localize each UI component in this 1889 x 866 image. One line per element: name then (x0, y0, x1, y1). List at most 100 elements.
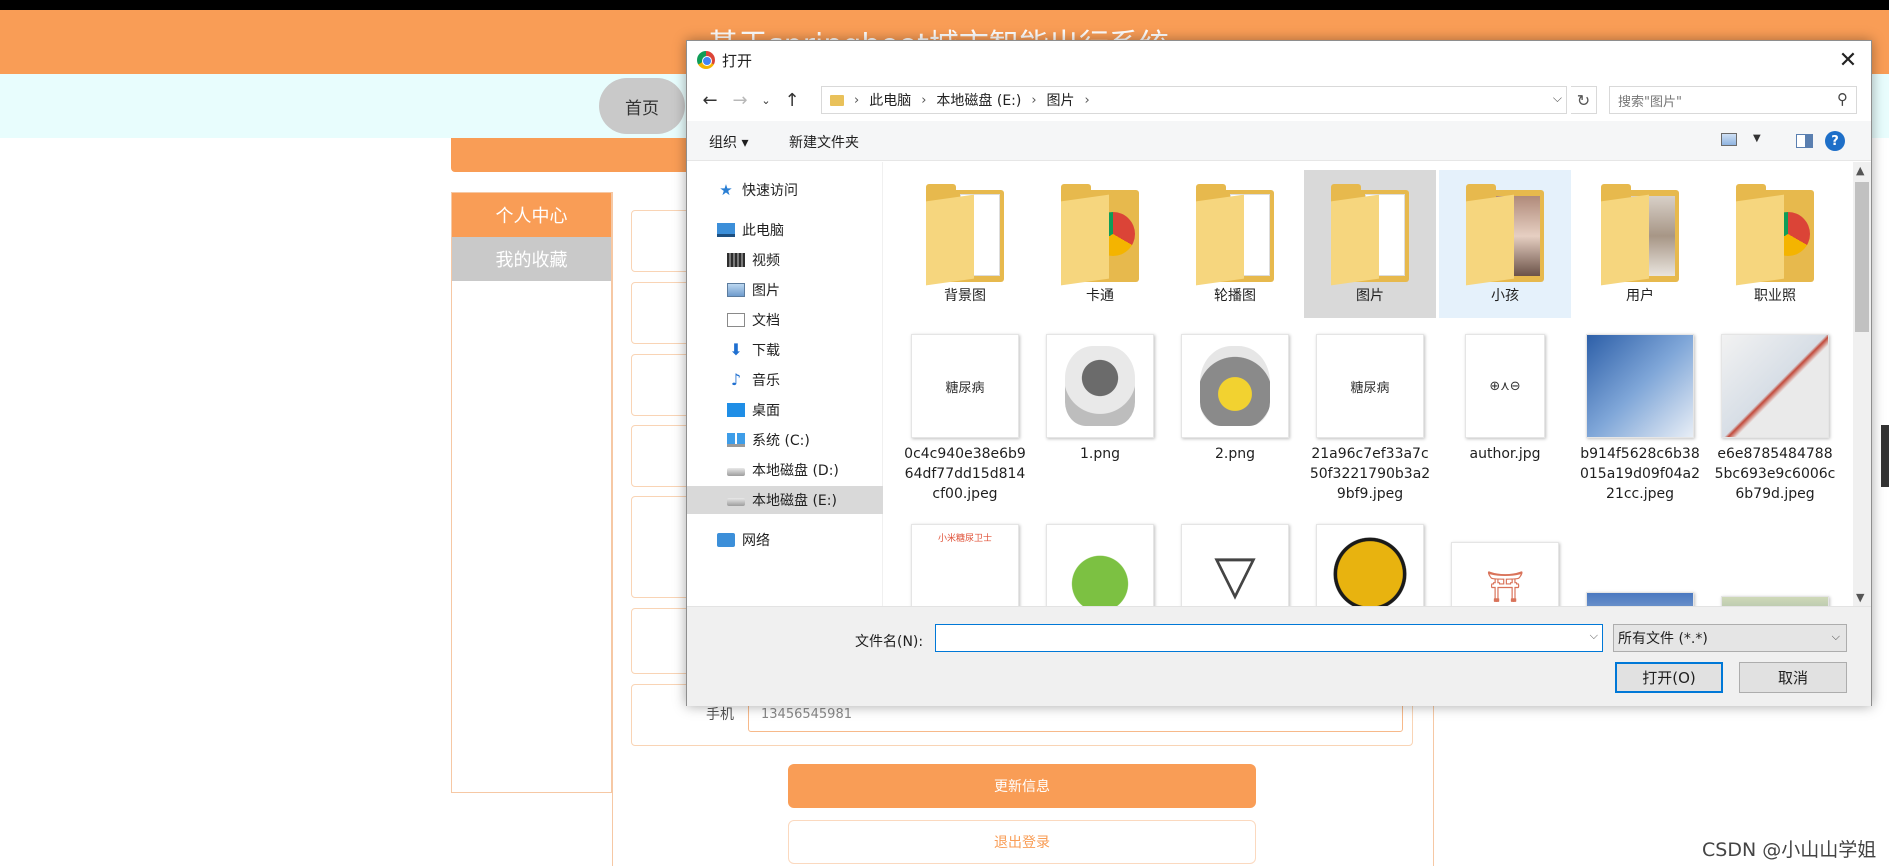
image-thumbnail (1721, 596, 1829, 606)
file-tile[interactable]: 小米糖尿卫士 (899, 512, 1031, 606)
help-icon[interactable]: ? (1825, 131, 1845, 151)
folder-name: 图片 (1356, 288, 1384, 304)
view-options-icon[interactable] (1721, 133, 1737, 146)
file-tile[interactable]: 糖尿病 0c4c940e38e6b964df77dd15d814cf00.jpe… (899, 322, 1031, 504)
search-icon[interactable]: ⚲ (1837, 90, 1848, 108)
file-tile[interactable] (1574, 580, 1706, 606)
preview-pane-icon[interactable] (1796, 134, 1813, 148)
update-info-button[interactable]: 更新信息 (788, 764, 1256, 808)
tree-item-network[interactable]: 网络 (717, 526, 770, 554)
sidebar-item-profile[interactable]: 个人中心 (452, 193, 611, 237)
pictures-icon (727, 283, 745, 297)
file-tile[interactable]: b914f5628c6b38015a19d09f04a221cc.jpeg (1574, 322, 1706, 504)
folder-tile[interactable]: 背景图 (899, 170, 1031, 318)
breadcrumb-this-pc[interactable]: 此电脑 (869, 90, 911, 110)
new-folder-button[interactable]: 新建文件夹 (789, 132, 859, 152)
folder-tile[interactable]: 用户 (1574, 170, 1706, 318)
filename-input[interactable]: ⌵ (935, 624, 1603, 652)
up-arrow-icon[interactable]: ↑ (779, 87, 805, 113)
search-input[interactable]: 搜索"图片" ⚲ (1609, 86, 1857, 114)
tree-item-music[interactable]: ♪ 音乐 (727, 366, 780, 394)
breadcrumb-separator-icon[interactable]: › (1085, 93, 1090, 108)
folder-tile[interactable]: 图片 (1304, 170, 1436, 318)
recent-locations-chevron-icon[interactable]: ⌄ (753, 87, 779, 113)
chevron-down-icon[interactable]: ⌵ (1553, 91, 1562, 106)
desktop-icon (727, 403, 745, 417)
dialog-titlebar[interactable]: 打开 ✕ (687, 41, 1871, 79)
file-type-select[interactable]: 所有文件 (*.*) ⌵ (1613, 624, 1847, 652)
file-tile[interactable]: 糖尿病 21a96c7ef33a7c50f3221790b3a29bf9.jpe… (1304, 322, 1436, 504)
breadcrumb-drive-e[interactable]: 本地磁盘 (E:) (936, 90, 1021, 110)
tree-item-this-pc[interactable]: 此电脑 (717, 216, 784, 244)
folder-tile[interactable]: 小孩 (1439, 170, 1571, 318)
refresh-icon[interactable]: ↻ (1571, 86, 1597, 114)
cancel-button[interactable]: 取消 (1739, 662, 1847, 693)
file-list-scrollbar[interactable]: ▲ ▼ (1853, 162, 1871, 606)
video-icon (727, 253, 745, 267)
page-scrollbar[interactable] (1881, 425, 1889, 487)
tree-item-drive-d[interactable]: 本地磁盘 (D:) (727, 456, 839, 484)
tree-item-documents[interactable]: 文档 (727, 306, 780, 334)
tree-item-quick-access[interactable]: ★ 快速访问 (717, 176, 798, 204)
file-tile[interactable]: 2.png (1169, 322, 1301, 464)
file-tile[interactable] (1304, 512, 1436, 606)
scroll-down-icon[interactable]: ▼ (1856, 591, 1864, 604)
search-placeholder: 搜索"图片" (1618, 94, 1682, 110)
file-name: author.jpg (1469, 446, 1541, 462)
folder-tile[interactable]: 轮播图 (1169, 170, 1301, 318)
tree-item-label: 视频 (752, 253, 780, 269)
tree-item-videos[interactable]: 视频 (727, 246, 780, 274)
folder-name: 背景图 (944, 288, 986, 304)
drive-icon (727, 468, 745, 476)
tree-item-drive-e[interactable]: 本地磁盘 (E:) (687, 486, 883, 514)
file-tile[interactable]: ▽ (1169, 512, 1301, 606)
open-button[interactable]: 打开(O) (1615, 662, 1723, 693)
tree-item-label: 桌面 (752, 403, 780, 419)
tree-item-pictures[interactable]: 图片 (727, 276, 780, 304)
dialog-navbar: ← → ⌄ ↑ › 此电脑 › 本地磁盘 (E:) › 图片 › ⌵ ↻ 搜索"… (687, 79, 1871, 121)
file-tile[interactable] (1034, 512, 1166, 606)
file-tile[interactable]: 1.png (1034, 322, 1166, 464)
file-name: 21a96c7ef33a7c50f3221790b3a29bf9.jpeg (1309, 446, 1431, 502)
tree-item-drive-c[interactable]: 系统 (C:) (727, 426, 810, 454)
breadcrumb-separator-icon[interactable]: › (854, 93, 859, 108)
file-name: b914f5628c6b38015a19d09f04a221cc.jpeg (1579, 446, 1701, 502)
chevron-down-icon[interactable]: ▼ (1753, 133, 1761, 144)
sidebar-item-favorites[interactable]: 我的收藏 (452, 237, 611, 281)
image-thumbnail (1316, 524, 1424, 606)
folder-name: 职业照 (1754, 288, 1796, 304)
scroll-up-icon[interactable]: ▲ (1856, 164, 1864, 177)
file-tile[interactable]: e6e87854847885bc693e9c6006c6b79d.jpeg (1709, 322, 1841, 504)
breadcrumb-separator-icon[interactable]: › (921, 93, 926, 108)
tree-item-desktop[interactable]: 桌面 (727, 396, 780, 424)
logout-button[interactable]: 退出登录 (788, 820, 1256, 864)
user-sidebar: 个人中心 我的收藏 (451, 192, 612, 793)
breadcrumb-pictures[interactable]: 图片 (1047, 90, 1075, 110)
folder-tile[interactable]: 卡通 (1034, 170, 1166, 318)
network-icon (717, 533, 735, 547)
folder-icon (1601, 184, 1679, 286)
file-tile[interactable]: ⛩ (1439, 530, 1571, 606)
nav-home-link[interactable]: 首页 (599, 78, 685, 134)
thumbnail-caption: ⊕⋏⊖ (1489, 378, 1521, 394)
file-tile[interactable] (1709, 584, 1841, 606)
chevron-down-icon[interactable]: ⌵ (1590, 629, 1598, 643)
back-arrow-icon[interactable]: ← (697, 87, 723, 113)
forward-arrow-icon[interactable]: → (727, 87, 753, 113)
close-icon[interactable]: ✕ (1831, 44, 1865, 76)
tree-item-label: 音乐 (752, 373, 780, 389)
file-tile[interactable]: ⊕⋏⊖ author.jpg (1439, 322, 1571, 464)
tree-item-downloads[interactable]: ⬇ 下载 (727, 336, 780, 364)
image-thumbnail: ⊕⋏⊖ (1465, 334, 1545, 438)
scrollbar-thumb[interactable] (1855, 182, 1869, 332)
image-thumbnail (1046, 524, 1154, 606)
address-bar[interactable]: › 此电脑 › 本地磁盘 (E:) › 图片 › ⌵ (821, 86, 1567, 114)
image-thumbnail (1046, 334, 1154, 438)
organize-menu[interactable]: 组织 ▾ (709, 132, 748, 152)
tree-item-label: 本地磁盘 (E:) (752, 493, 837, 509)
file-list: 背景图 卡通 轮播图 图片 小孩 用户 职业照 糖尿病 0c4c940e38e6… (884, 162, 1852, 606)
folder-tile[interactable]: 职业照 (1709, 170, 1841, 318)
file-name: e6e87854847885bc693e9c6006c6b79d.jpeg (1714, 446, 1836, 502)
thumbnail-caption: 糖尿病 (1350, 380, 1390, 396)
breadcrumb-separator-icon[interactable]: › (1031, 93, 1036, 108)
